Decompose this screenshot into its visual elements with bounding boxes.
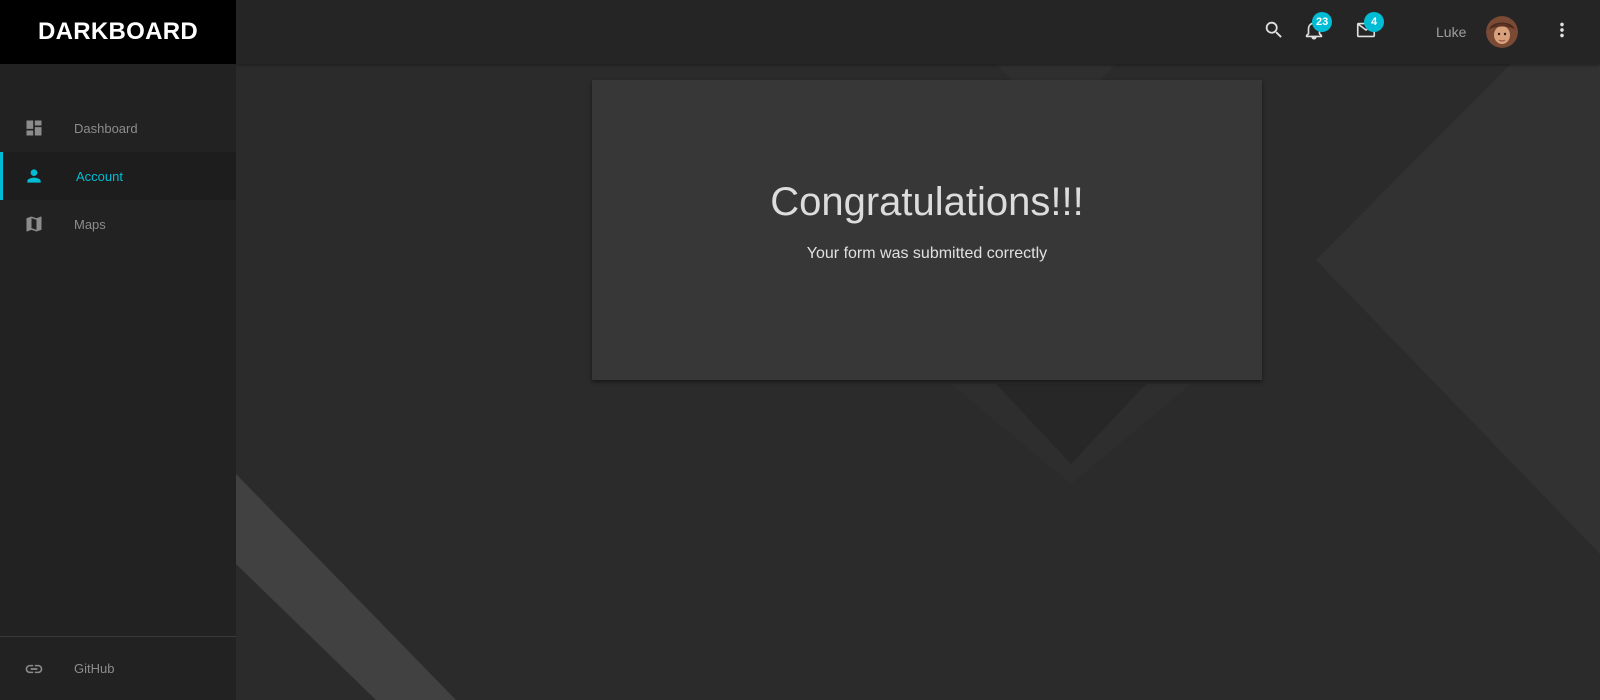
sidebar-item-dashboard[interactable]: Dashboard (0, 104, 236, 152)
dashboard-icon (24, 118, 44, 138)
search-button[interactable] (1258, 16, 1290, 48)
sidebar-item-label: Account (76, 168, 123, 184)
sidebar-item-label: GitHub (74, 661, 115, 676)
top-bar: 23 4 Luke (236, 0, 1600, 64)
map-icon (24, 214, 44, 234)
sidebar-item-label: Maps (74, 216, 106, 232)
sidebar-item-account[interactable]: Account (0, 152, 236, 200)
more-vertical-icon (1551, 19, 1573, 46)
messages-button[interactable]: 4 (1350, 12, 1384, 48)
main-content: Congratulations!!! Your form was submitt… (236, 64, 1600, 700)
sidebar: DARKBOARD Dashboard Account Maps GitHub (0, 0, 236, 700)
brand-name: DARKBOARD (37, 18, 199, 45)
brand-logo[interactable]: DARKBOARD (0, 0, 236, 64)
sidebar-nav: Dashboard Account Maps (0, 104, 236, 248)
more-menu-button[interactable] (1546, 16, 1578, 48)
sidebar-item-maps[interactable]: Maps (0, 200, 236, 248)
notifications-button[interactable]: 23 (1298, 12, 1333, 48)
sidebar-item-github[interactable]: GitHub (0, 636, 236, 700)
link-icon (24, 659, 44, 679)
success-message: Your form was submitted correctly (806, 245, 1048, 262)
messages-badge: 4 (1364, 12, 1384, 32)
person-icon (24, 166, 44, 186)
notifications-badge: 23 (1312, 12, 1333, 32)
search-icon (1263, 19, 1285, 46)
sidebar-item-label: Dashboard (74, 120, 138, 136)
avatar[interactable] (1486, 16, 1518, 48)
user-name[interactable]: Luke (1436, 24, 1466, 40)
success-title: Congratulations!!! (770, 180, 1084, 224)
success-card: Congratulations!!! Your form was submitt… (592, 80, 1262, 380)
